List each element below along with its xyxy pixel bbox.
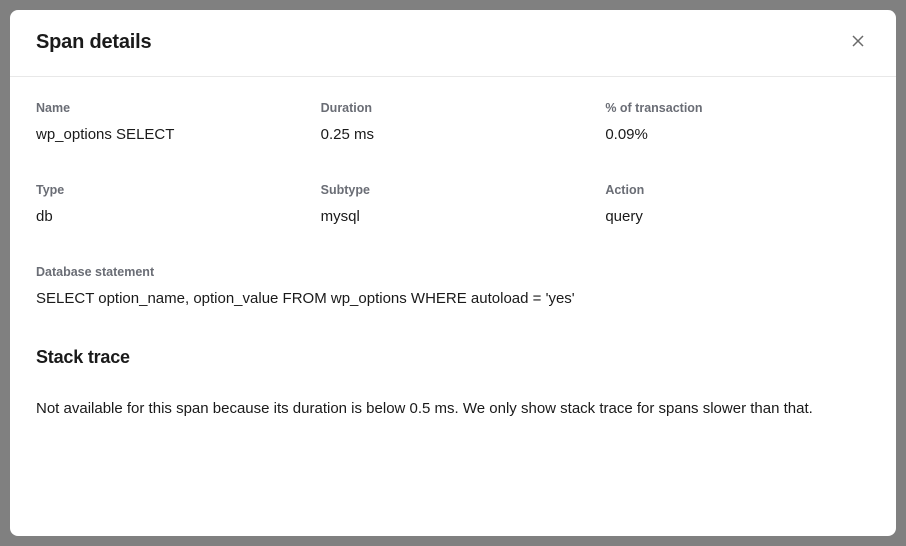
field-subtype: Subtype mysql (321, 183, 586, 225)
field-label: Duration (321, 101, 586, 115)
field-label: Type (36, 183, 301, 197)
details-grid: Name wp_options SELECT Duration 0.25 ms … (36, 101, 870, 225)
field-action: Action query (605, 183, 870, 225)
span-details-panel: Span details Name wp_options SELECT Dura… (10, 10, 896, 536)
field-value: mysql (321, 208, 586, 225)
field-db-statement: Database statement SELECT option_name, o… (36, 265, 870, 307)
field-label: Database statement (36, 265, 870, 279)
field-duration: Duration 0.25 ms (321, 101, 586, 143)
field-value: SELECT option_name, option_value FROM wp… (36, 290, 870, 307)
stack-trace-message: Not available for this span because its … (36, 398, 870, 421)
field-value: wp_options SELECT (36, 126, 301, 143)
field-value: query (605, 208, 870, 225)
field-label: Subtype (321, 183, 586, 197)
close-button[interactable] (846, 30, 870, 54)
field-value: 0.25 ms (321, 126, 586, 143)
panel-header: Span details (10, 10, 896, 77)
field-label: Action (605, 183, 870, 197)
field-value: 0.09% (605, 126, 870, 143)
field-value: db (36, 208, 301, 225)
field-label: % of transaction (605, 101, 870, 115)
field-name: Name wp_options SELECT (36, 101, 301, 143)
close-icon (852, 35, 864, 50)
stack-trace-heading: Stack trace (36, 347, 870, 368)
panel-title: Span details (36, 31, 151, 54)
field-label: Name (36, 101, 301, 115)
field-type: Type db (36, 183, 301, 225)
panel-body: Name wp_options SELECT Duration 0.25 ms … (10, 77, 896, 536)
field-pct-transaction: % of transaction 0.09% (605, 101, 870, 143)
